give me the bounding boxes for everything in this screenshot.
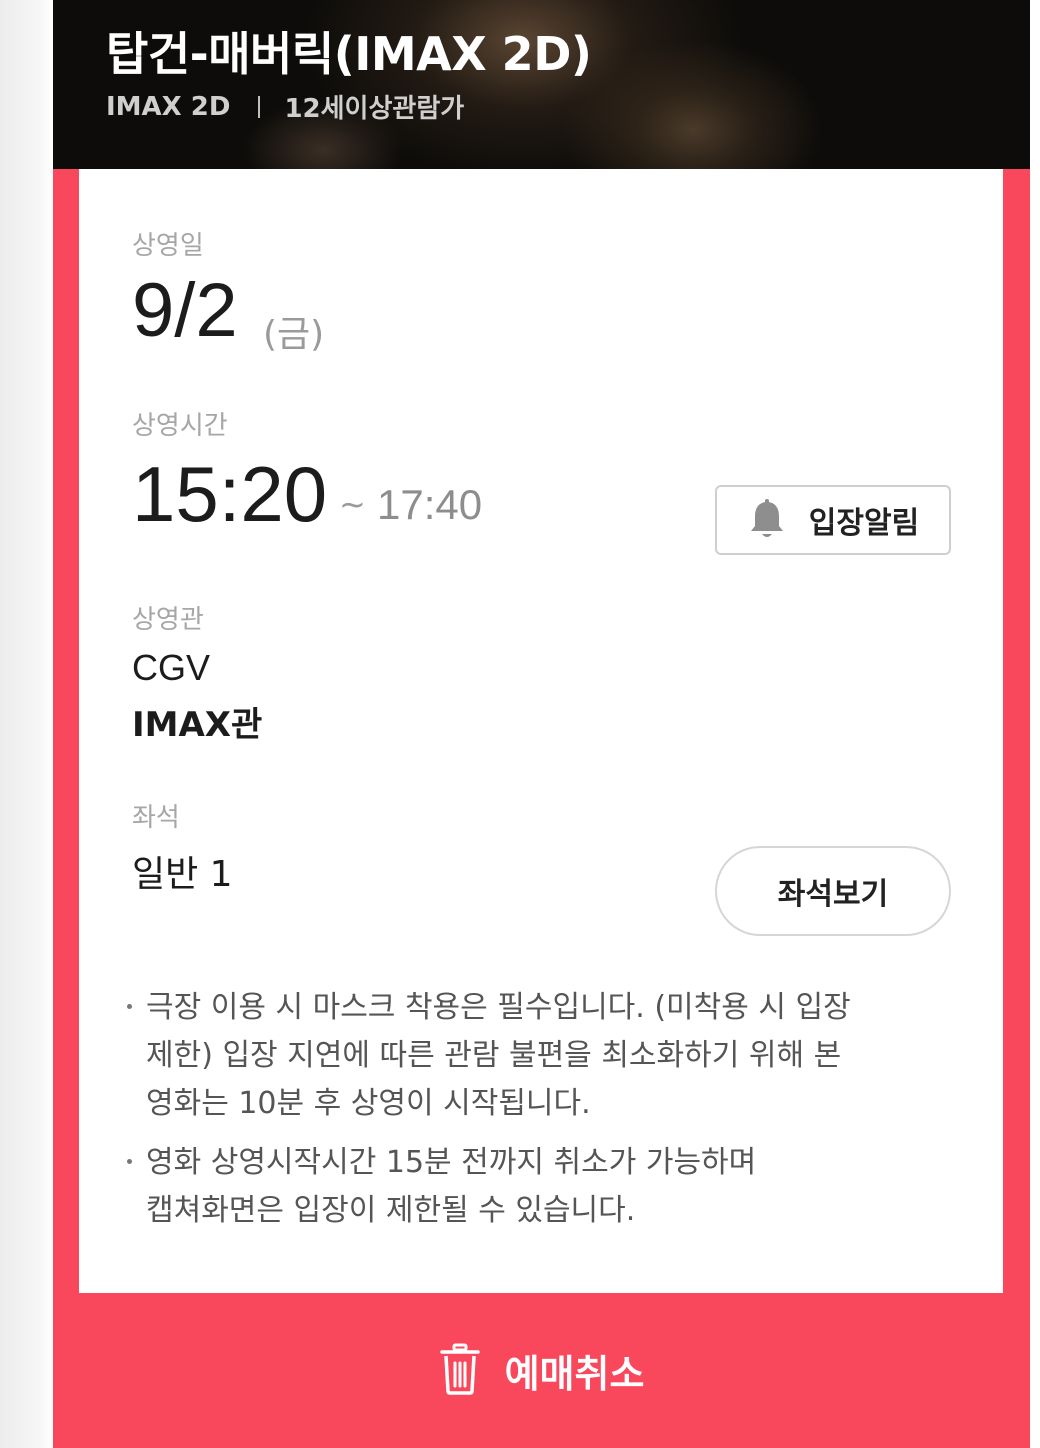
screening-day: (금)	[263, 314, 325, 355]
view-seat-button[interactable]: 좌석보기	[715, 846, 951, 936]
cancel-reservation-button[interactable]: 예매취소	[53, 1293, 1030, 1448]
date-label: 상영일	[132, 231, 204, 261]
cancel-reservation-label: 예매취소	[504, 1352, 645, 1396]
movie-meta: IMAX 2D 12세이상관람가	[106, 88, 464, 125]
end-time: 17:40	[377, 481, 483, 528]
notice-line: 극장 이용 시 마스크 착용은 필수입니다. (미착용 시 입장	[146, 990, 851, 1025]
trash-icon	[439, 1343, 480, 1395]
bullet-icon	[127, 1004, 132, 1009]
cinema-name: CGV	[132, 647, 211, 688]
bullet-icon	[127, 1159, 132, 1164]
theater-label: 상영관	[132, 605, 204, 635]
ticket-details-card: 상영일 9/2 (금) 상영시간 15:20 ~ 17:40 입장알림 상영관 …	[79, 169, 1003, 1293]
start-time: 15:20	[132, 450, 328, 538]
movie-format: IMAX 2D	[106, 91, 231, 122]
notice-item: 영화 상영시작시간 15분 전까지 취소가 가능하며 캡쳐화면은 입장이 제한될…	[127, 1139, 957, 1235]
notice-line: 제한) 입장 지연에 따른 관람 불편을 최소화하기 위해 본	[146, 1038, 842, 1073]
seat-label: 좌석	[132, 803, 180, 833]
hall-name: IMAX관	[132, 705, 263, 745]
movie-title: 탑건-매버릭(IMAX 2D)	[106, 27, 592, 81]
time-range-separator: ~	[339, 485, 366, 523]
entry-notify-label: 입장알림	[808, 506, 920, 541]
movie-header: 탑건-매버릭(IMAX 2D) IMAX 2D 12세이상관람가	[53, 0, 1030, 169]
movie-rating: 12세이상관람가	[284, 94, 465, 124]
meta-divider	[258, 95, 261, 118]
notice-line: 영화 상영시작시간 15분 전까지 취소가 가능하며	[146, 1145, 757, 1180]
entry-notify-button[interactable]: 입장알림	[715, 485, 951, 555]
time-label: 상영시간	[132, 411, 228, 441]
screening-date: 9/2	[132, 268, 238, 353]
ticket-panel: 탑건-매버릭(IMAX 2D) IMAX 2D 12세이상관람가 상영일 9/2…	[53, 0, 1030, 1448]
page: 탑건-매버릭(IMAX 2D) IMAX 2D 12세이상관람가 상영일 9/2…	[0, 0, 1040, 1448]
bell-icon	[750, 499, 783, 537]
notice-item: 극장 이용 시 마스크 착용은 필수입니다. (미착용 시 입장 제한) 입장 …	[127, 984, 957, 1128]
seat-value: 일반 1	[132, 854, 233, 895]
right-edge	[1030, 0, 1040, 1448]
notice-line: 영화는 10분 후 상영이 시작됩니다.	[146, 1086, 591, 1121]
notice-line: 캡쳐화면은 입장이 제한될 수 있습니다.	[146, 1193, 636, 1228]
